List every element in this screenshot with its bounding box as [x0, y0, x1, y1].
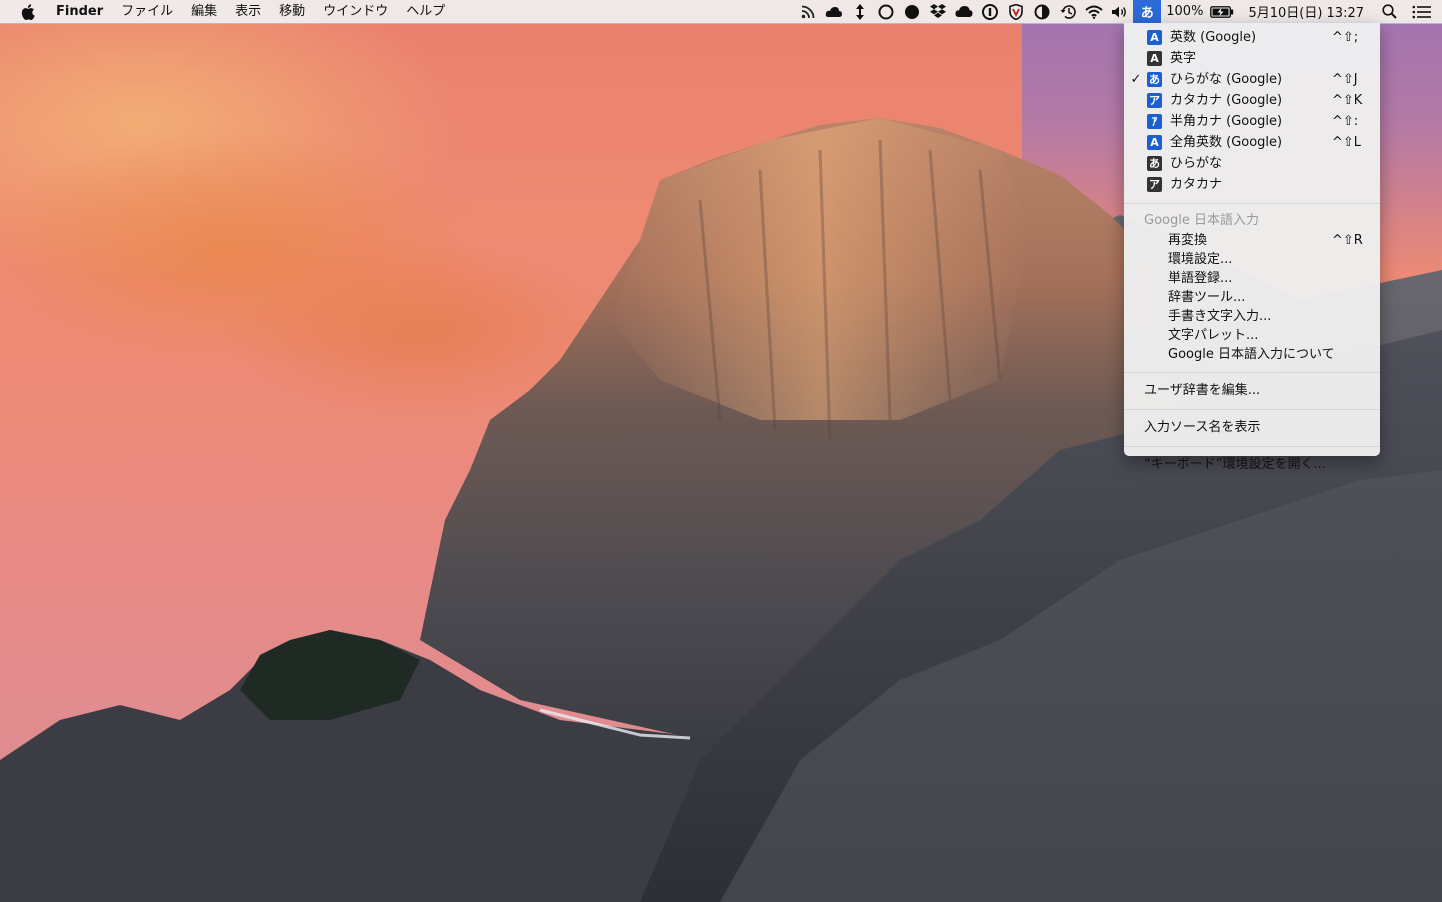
input-source-label: ひらがな — [1170, 156, 1223, 171]
menu-separator — [1124, 409, 1380, 410]
input-source-label: ひらがな (Google) — [1170, 72, 1283, 87]
input-source-badge-icon: あ — [1147, 72, 1162, 87]
menu-separator — [1124, 203, 1380, 204]
menu-item-about-google-ime[interactable]: Google 日本語入力について — [1124, 345, 1380, 364]
menu-item-shortcut: ^⇧R — [1332, 233, 1363, 248]
shield-icon[interactable] — [1003, 0, 1029, 23]
input-source-item[interactable]: A 全角英数 (Google) ^⇧L — [1124, 132, 1380, 153]
apple-icon[interactable] — [20, 3, 36, 20]
spotlight-icon[interactable] — [1376, 0, 1402, 23]
circle-filled-icon[interactable] — [899, 0, 925, 23]
clock[interactable]: 5月10日(日) 13:27 — [1236, 2, 1376, 21]
battery-charging-icon[interactable] — [1208, 0, 1236, 23]
input-source-label: 英数 (Google) — [1170, 30, 1257, 45]
battery-percent[interactable]: 100% — [1161, 4, 1208, 19]
input-source-label: カタカナ — [1170, 177, 1223, 192]
menu-item-word-register[interactable]: 単語登録... — [1124, 269, 1380, 288]
menu-separator — [1124, 372, 1380, 373]
input-source-menu[interactable]: あ — [1133, 0, 1162, 23]
circle-outline-icon[interactable] — [873, 0, 899, 23]
menu-go[interactable]: 移動 — [270, 0, 314, 23]
input-source-item[interactable]: A 英字 — [1124, 48, 1380, 69]
notification-center-icon[interactable] — [1402, 0, 1442, 23]
input-source-label: 英字 — [1170, 51, 1197, 66]
input-source-shortcut: ^⇧K — [1332, 93, 1363, 108]
menu-window[interactable]: ウインドウ — [314, 0, 397, 23]
menu-item-character-palette[interactable]: 文字パレット... — [1124, 326, 1380, 345]
input-source-glyph: あ — [1140, 6, 1154, 21]
input-source-label: カタカナ (Google) — [1170, 93, 1283, 108]
menu-item-label: 再変換 — [1168, 233, 1208, 248]
menu-item-handwriting[interactable]: 手書き文字入力... — [1124, 307, 1380, 326]
1password-icon[interactable] — [977, 0, 1003, 23]
dropbox-icon[interactable] — [925, 0, 951, 23]
input-source-dropdown: A 英数 (Google) ^⇧; A 英字 ✓ あ ひらがな (Google)… — [1124, 23, 1380, 472]
input-source-label: 全角英数 (Google) — [1170, 135, 1283, 150]
menu-finder[interactable]: Finder — [56, 0, 112, 23]
menu-item-show-input-source-name[interactable]: 入力ソース名を表示 — [1124, 417, 1380, 438]
desktop: Finder ファイル 編集 表示 移動 ウインドウ ヘルプ あ 100% 5月… — [0, 0, 1442, 902]
volume-icon[interactable] — [1107, 0, 1133, 23]
input-source-shortcut: ^⇧; — [1332, 30, 1359, 45]
menu-help[interactable]: ヘルプ — [397, 0, 454, 23]
checkmark-icon: ✓ — [1130, 72, 1142, 87]
input-source-item[interactable]: ア カタカナ (Google) ^⇧K — [1124, 90, 1380, 111]
menu-file[interactable]: ファイル — [112, 0, 182, 23]
menu-item-preferences[interactable]: 環境設定... — [1124, 250, 1380, 269]
input-source-item[interactable]: ｱ 半角カナ (Google) ^⇧: — [1124, 111, 1380, 132]
wifi-icon[interactable] — [1081, 0, 1107, 23]
input-source-badge-icon: あ — [1147, 156, 1162, 171]
input-source-shortcut: ^⇧J — [1332, 72, 1358, 87]
input-source-shortcut: ^⇧L — [1332, 135, 1362, 150]
input-source-badge-icon: A — [1147, 51, 1162, 66]
input-source-item[interactable]: ア カタカナ — [1124, 174, 1380, 195]
arrows-icon[interactable] — [847, 0, 873, 23]
menu-view[interactable]: 表示 — [226, 0, 270, 23]
rss-icon[interactable] — [795, 0, 821, 23]
input-source-badge-icon: ア — [1147, 177, 1162, 192]
menu-edit[interactable]: 編集 — [182, 0, 226, 23]
menu-bar: Finder ファイル 編集 表示 移動 ウインドウ ヘルプ あ 100% 5月… — [0, 0, 1442, 24]
menu-item-edit-user-dictionary[interactable]: ユーザ辞書を編集... — [1124, 380, 1380, 401]
menu-item-reconvert[interactable]: 再変換 ^⇧R — [1124, 231, 1380, 250]
input-source-badge-icon: A — [1147, 135, 1162, 150]
input-source-label: 半角カナ (Google) — [1170, 114, 1283, 129]
input-source-shortcut: ^⇧: — [1332, 114, 1359, 129]
menu-item-dictionary-tool[interactable]: 辞書ツール... — [1124, 288, 1380, 307]
menu-extras: あ 100% 5月10日(日) 13:27 — [795, 0, 1442, 23]
input-source-item[interactable]: あ ひらがな — [1124, 153, 1380, 174]
menu-item-open-keyboard-preferences[interactable]: “キーボード”環境設定を開く... — [1124, 454, 1380, 475]
input-source-item[interactable]: A 英数 (Google) ^⇧; — [1124, 27, 1380, 48]
input-source-item-selected[interactable]: ✓ あ ひらがな (Google) ^⇧J — [1124, 69, 1380, 90]
input-source-badge-icon: ア — [1147, 93, 1162, 108]
input-source-badge-icon: A — [1147, 30, 1162, 45]
input-source-badge-icon: ｱ — [1147, 114, 1162, 129]
time-machine-icon[interactable] — [1055, 0, 1081, 23]
menu-separator — [1124, 446, 1380, 447]
google-ime-section-header: Google 日本語入力 — [1144, 213, 1259, 228]
cloud-icon[interactable] — [821, 0, 847, 23]
creative-cloud-icon[interactable] — [951, 0, 977, 23]
half-circle-icon[interactable] — [1029, 0, 1055, 23]
